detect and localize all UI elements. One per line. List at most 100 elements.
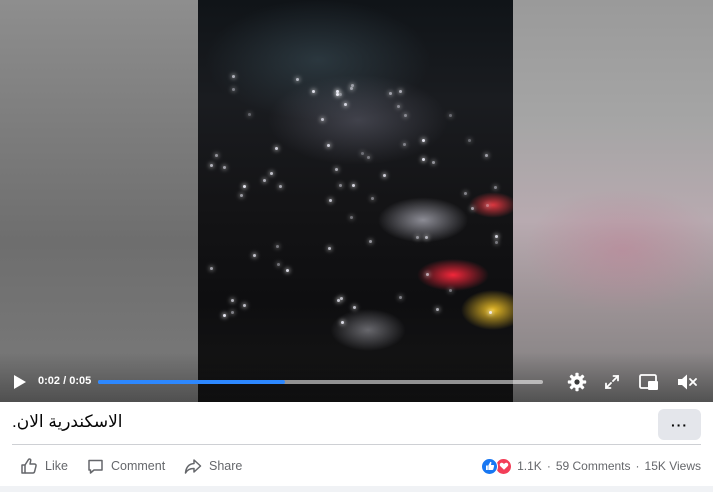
mute-button[interactable]	[675, 371, 699, 393]
total-time: 0:05	[69, 375, 92, 387]
phone-light	[485, 154, 488, 158]
phone-light	[493, 185, 497, 189]
phone-light	[278, 185, 282, 189]
phone-light	[351, 184, 355, 188]
like-reaction-icon	[481, 457, 499, 475]
phone-light	[398, 89, 402, 93]
picture-in-picture-button[interactable]	[637, 371, 661, 393]
phone-light	[425, 273, 429, 277]
phone-light	[470, 207, 474, 211]
settings-button[interactable]	[566, 371, 588, 393]
comment-label: Comment	[111, 459, 166, 473]
phone-light	[340, 296, 344, 300]
phone-light	[421, 139, 425, 143]
more-options-button[interactable]: ···	[658, 409, 701, 440]
video-player[interactable]: 0:02 / 0:05	[0, 0, 713, 402]
phone-light	[344, 102, 348, 106]
phone-light	[495, 241, 499, 245]
phone-light	[368, 239, 372, 243]
phone-light	[296, 77, 300, 81]
post-caption: الاسكندرية الان.	[12, 412, 123, 431]
progress-fill	[98, 380, 285, 384]
phone-light	[242, 303, 246, 307]
playback-time: 0:02 / 0:05	[38, 375, 91, 387]
current-time: 0:02	[38, 375, 61, 387]
phone-light	[214, 154, 218, 158]
phone-light	[286, 269, 290, 273]
phone-light	[327, 143, 331, 147]
phone-light	[231, 75, 235, 79]
phone-light	[231, 310, 235, 314]
phone-light	[424, 236, 428, 240]
video-frame[interactable]	[198, 0, 513, 402]
phone-light	[340, 321, 344, 325]
phone-light	[349, 86, 353, 90]
phone-light	[495, 235, 499, 239]
post-caption-row: الاسكندرية الان. ···	[0, 402, 713, 442]
play-button[interactable]	[10, 372, 30, 392]
phone-light	[327, 247, 331, 251]
share-label: Share	[209, 459, 243, 473]
share-button[interactable]: Share	[184, 456, 242, 476]
phone-light	[404, 113, 408, 117]
post-stats: 1.1K · 59 Comments · 15K Views	[481, 456, 701, 476]
divider	[12, 444, 701, 445]
phone-light	[436, 307, 440, 311]
phone-light	[243, 185, 247, 189]
phone-light	[402, 143, 406, 146]
phone-light	[448, 289, 452, 293]
comment-button[interactable]: Comment	[87, 456, 165, 476]
speaker-muted-icon	[678, 374, 697, 390]
phone-light	[448, 113, 452, 117]
phone-light	[338, 93, 342, 97]
video-blur-right	[513, 0, 713, 402]
video-controls: 0:02 / 0:05	[0, 368, 713, 396]
phone-light	[467, 138, 471, 142]
stats-separator: ·	[546, 459, 551, 473]
phone-light	[312, 90, 316, 94]
phone-light	[382, 174, 386, 178]
phone-light	[388, 92, 392, 96]
phone-light	[486, 203, 490, 207]
share-icon	[184, 458, 202, 474]
phone-light	[252, 253, 256, 257]
like-button[interactable]: Like	[20, 456, 68, 476]
fullscreen-button[interactable]	[601, 371, 623, 393]
reaction-count[interactable]: 1.1K	[517, 459, 542, 473]
phone-light	[488, 310, 492, 314]
phone-light	[464, 192, 468, 196]
phone-light	[370, 196, 374, 200]
phone-light	[335, 168, 339, 172]
reactions-summary[interactable]	[481, 457, 513, 475]
phone-light	[222, 314, 226, 318]
progress-bar[interactable]	[98, 380, 543, 384]
comment-icon	[88, 459, 103, 474]
phone-light	[274, 146, 278, 150]
post-action-bar: Like Comment Share 1.1K · 59 Comments · …	[0, 446, 713, 486]
play-icon	[14, 375, 26, 389]
time-separator: /	[60, 375, 70, 387]
phone-light	[415, 236, 419, 240]
phone-light	[276, 244, 280, 248]
phone-light	[338, 184, 342, 188]
view-count: 15K Views	[644, 459, 701, 473]
phone-light	[366, 155, 370, 159]
expand-icon	[605, 375, 619, 389]
phone-light	[328, 199, 332, 203]
phone-light	[352, 305, 356, 309]
comment-count[interactable]: 59 Comments	[556, 459, 631, 473]
more-icon: ···	[671, 416, 688, 433]
phone-light	[276, 263, 280, 267]
phone-light	[210, 266, 214, 270]
phone-light	[247, 112, 251, 116]
pip-icon	[639, 373, 658, 390]
gear-icon	[567, 372, 587, 392]
thumbs-up-icon	[21, 458, 37, 474]
like-label: Like	[45, 459, 68, 473]
phone-light	[361, 151, 365, 155]
phone-light	[270, 172, 274, 176]
stats-separator: ·	[635, 459, 640, 473]
phone-light	[335, 89, 339, 93]
phone-light	[432, 161, 436, 165]
phone-light	[335, 93, 339, 97]
